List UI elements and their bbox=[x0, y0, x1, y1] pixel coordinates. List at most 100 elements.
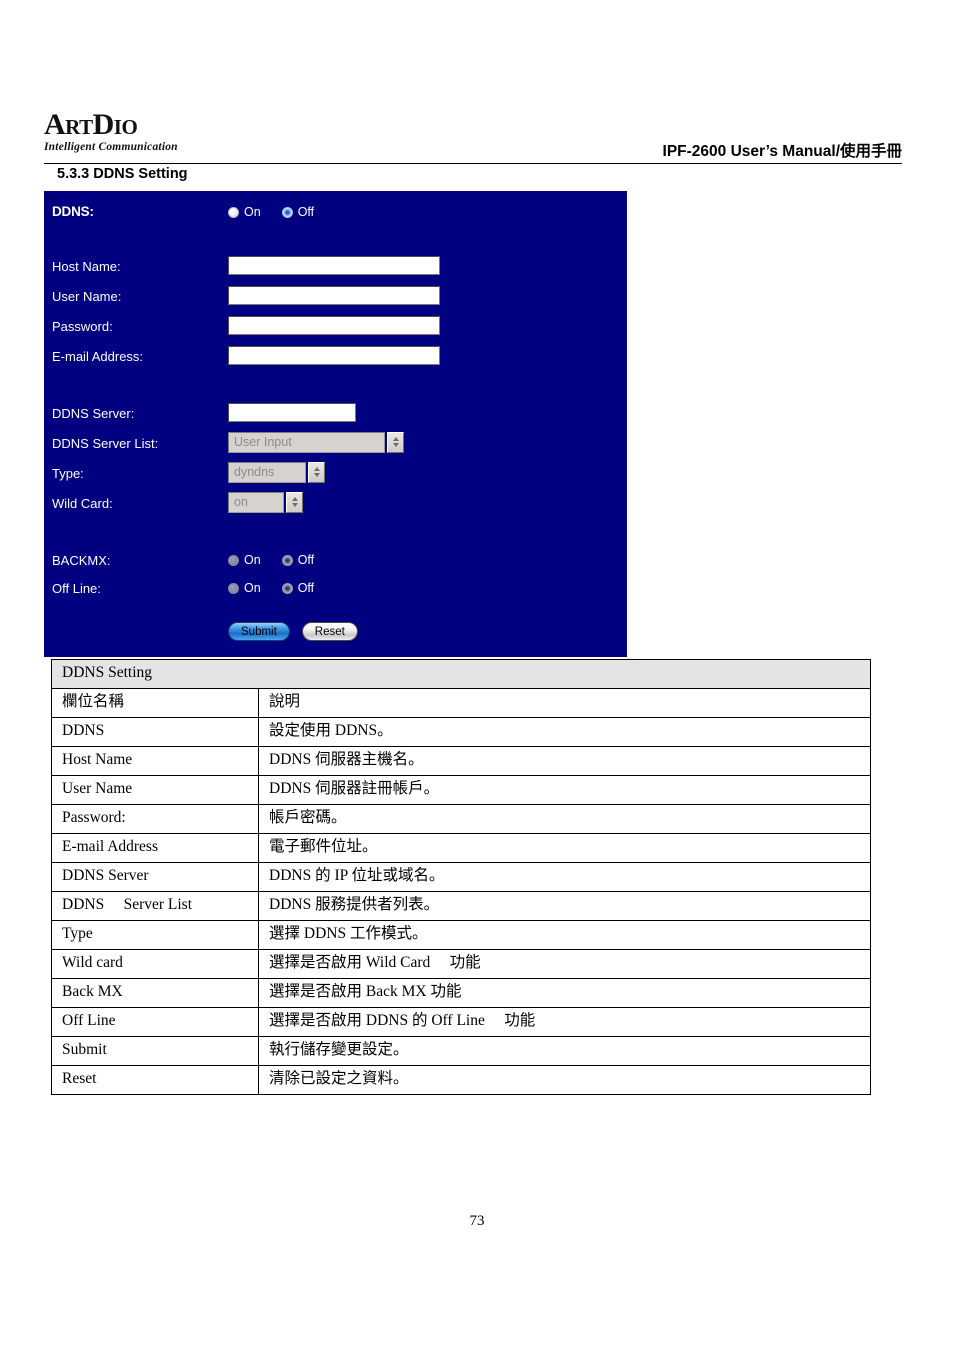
ddns-radio-on-label: On bbox=[244, 204, 261, 219]
header-divider bbox=[44, 163, 902, 164]
radio-selected-icon bbox=[281, 206, 293, 218]
row-description: 執行儲存變更設定。 bbox=[258, 1036, 871, 1066]
row-description: 帳戶密碼。 bbox=[258, 804, 871, 834]
row-description: 選擇是否啟用 Wild Card 功能 bbox=[258, 949, 871, 979]
table-row: Off Line 選擇是否啟用 DDNS 的 Off Line 功能 bbox=[51, 1007, 871, 1037]
table-row: User Name DDNS 伺服器註冊帳戶。 bbox=[51, 775, 871, 805]
wild-card-select[interactable]: on bbox=[228, 491, 303, 513]
backmx-radio-on-label: On bbox=[244, 552, 261, 567]
host-name-field-wrap bbox=[228, 254, 440, 276]
ddns-radio-off[interactable]: Off bbox=[281, 206, 314, 219]
off-line-radio-on[interactable]: On bbox=[228, 582, 261, 595]
column-header-description: 說明 bbox=[258, 688, 871, 718]
table-body: DDNS Setting 欄位名稱 說明 DDNS 設定使用 DDNS。 Hos… bbox=[51, 659, 871, 1095]
row-description: 電子郵件位址。 bbox=[258, 833, 871, 863]
row-description: DDNS 伺服器註冊帳戶。 bbox=[258, 775, 871, 805]
ddns-server-label-row: DDNS Server: bbox=[52, 402, 134, 424]
row-field-name: Host Name bbox=[51, 746, 259, 776]
chevron-down-icon bbox=[291, 502, 298, 507]
row-field-name: Password: bbox=[51, 804, 259, 834]
spinner-arrows-icon[interactable] bbox=[387, 431, 404, 453]
row-description: 設定使用 DDNS。 bbox=[258, 717, 871, 747]
type-select[interactable]: dyndns bbox=[228, 461, 325, 483]
column-header-field-name: 欄位名稱 bbox=[51, 688, 259, 718]
type-label: Type: bbox=[52, 465, 84, 481]
table-row: Type 選擇 DDNS 工作模式。 bbox=[51, 920, 871, 950]
backmx-radio-on[interactable]: On bbox=[228, 554, 261, 567]
host-name-label-row: Host Name: bbox=[52, 255, 121, 277]
logo-tagline: Intelligent Communication bbox=[44, 141, 178, 153]
email-field-wrap bbox=[228, 344, 440, 366]
ddns-server-list-value: User Input bbox=[228, 431, 385, 453]
table-row: DDNS 設定使用 DDNS。 bbox=[51, 717, 871, 747]
ddns-radio-on[interactable]: On bbox=[228, 206, 261, 219]
table-caption-row: DDNS Setting bbox=[51, 659, 871, 689]
artdio-logo: ARTDIO Intelligent Communication bbox=[44, 110, 178, 154]
submit-button[interactable]: Submit bbox=[228, 622, 290, 641]
radio-selected-icon bbox=[281, 582, 293, 594]
logo-wordmark: ARTDIO bbox=[44, 110, 178, 140]
type-label-row: Type: bbox=[52, 462, 84, 484]
off-line-label: Off Line: bbox=[52, 580, 101, 596]
ddns-enable-radio-group[interactable]: On Off bbox=[228, 201, 335, 223]
radio-unselected-icon bbox=[228, 206, 239, 218]
spinner-arrows-icon[interactable] bbox=[308, 461, 325, 483]
user-name-input[interactable] bbox=[228, 285, 440, 305]
reset-button[interactable]: Reset bbox=[301, 622, 358, 641]
user-name-label-row: User Name: bbox=[52, 285, 121, 307]
wild-card-label: Wild Card: bbox=[52, 495, 113, 511]
off-line-radio-group[interactable]: On Off bbox=[228, 577, 335, 599]
row-field-name: DDNS Server List bbox=[51, 891, 259, 921]
ddns-config-panel: DDNS: On Off Host Name: User Name: Passw… bbox=[44, 191, 627, 657]
chevron-down-icon bbox=[313, 472, 320, 477]
chevron-up-icon bbox=[291, 497, 298, 502]
table-row: DDNS Server DDNS 的 IP 位址或域名。 bbox=[51, 862, 871, 892]
row-field-name: Back MX bbox=[51, 978, 259, 1008]
ddns-server-list-select[interactable]: User Input bbox=[228, 431, 404, 453]
row-field-name: User Name bbox=[51, 775, 259, 805]
off-line-radio-off[interactable]: Off bbox=[281, 582, 314, 595]
ddns-server-label: DDNS Server: bbox=[52, 405, 135, 421]
password-input[interactable] bbox=[228, 315, 440, 335]
ddns-enable-label: DDNS: bbox=[52, 204, 94, 220]
row-field-name: E-mail Address bbox=[51, 833, 259, 863]
logo-letters-rt: RT bbox=[65, 115, 93, 139]
ddns-description-table: DDNS Setting 欄位名稱 說明 DDNS 設定使用 DDNS。 Hos… bbox=[51, 659, 871, 1095]
wild-card-label-row: Wild Card: bbox=[52, 492, 113, 514]
logo-letter-d: D bbox=[92, 108, 115, 141]
page-title: 5.3.3 DDNS Setting bbox=[57, 166, 188, 182]
ddns-server-field-wrap bbox=[228, 401, 356, 423]
host-name-input[interactable] bbox=[228, 255, 440, 275]
ddns-server-list-field-wrap: User Input bbox=[228, 431, 404, 453]
backmx-radio-off[interactable]: Off bbox=[281, 552, 315, 567]
email-input[interactable] bbox=[228, 345, 440, 365]
type-value: dyndns bbox=[228, 461, 306, 483]
row-field-name: Type bbox=[51, 920, 259, 950]
row-description: 選擇是否啟用 Back MX 功能 bbox=[258, 978, 871, 1008]
type-field-wrap: dyndns bbox=[228, 461, 325, 483]
row-field-name: Submit bbox=[51, 1036, 259, 1066]
row-description: 清除已設定之資料。 bbox=[258, 1065, 871, 1095]
backmx-label: BACKMX: bbox=[52, 552, 111, 568]
off-line-radio-on-label: On bbox=[244, 580, 261, 595]
password-label-row: Password: bbox=[52, 315, 113, 337]
wild-card-value: on bbox=[228, 491, 284, 513]
spinner-arrows-icon[interactable] bbox=[286, 491, 303, 513]
ddns-server-list-label-row: DDNS Server List: bbox=[52, 432, 158, 454]
table-row: Reset 清除已設定之資料。 bbox=[51, 1065, 871, 1095]
backmx-radio-off-label: Off bbox=[297, 552, 315, 567]
table-row: E-mail Address 電子郵件位址。 bbox=[51, 833, 871, 863]
password-label: Password: bbox=[52, 318, 113, 334]
table-row: Password: 帳戶密碼。 bbox=[51, 804, 871, 834]
logo-letters-io: IO bbox=[113, 115, 138, 139]
wild-card-field-wrap: on bbox=[228, 491, 303, 513]
table-row: Host Name DDNS 伺服器主機名。 bbox=[51, 746, 871, 776]
row-description: 選擇是否啟用 DDNS 的 Off Line 功能 bbox=[258, 1007, 871, 1037]
logo-letter-a: A bbox=[44, 108, 66, 141]
chevron-down-icon bbox=[392, 442, 399, 447]
radio-selected-icon bbox=[281, 554, 293, 566]
radio-unselected-icon bbox=[228, 582, 239, 594]
ddns-server-input[interactable] bbox=[228, 402, 356, 422]
host-name-label: Host Name: bbox=[52, 258, 121, 274]
backmx-radio-group[interactable]: On Off bbox=[228, 549, 335, 571]
